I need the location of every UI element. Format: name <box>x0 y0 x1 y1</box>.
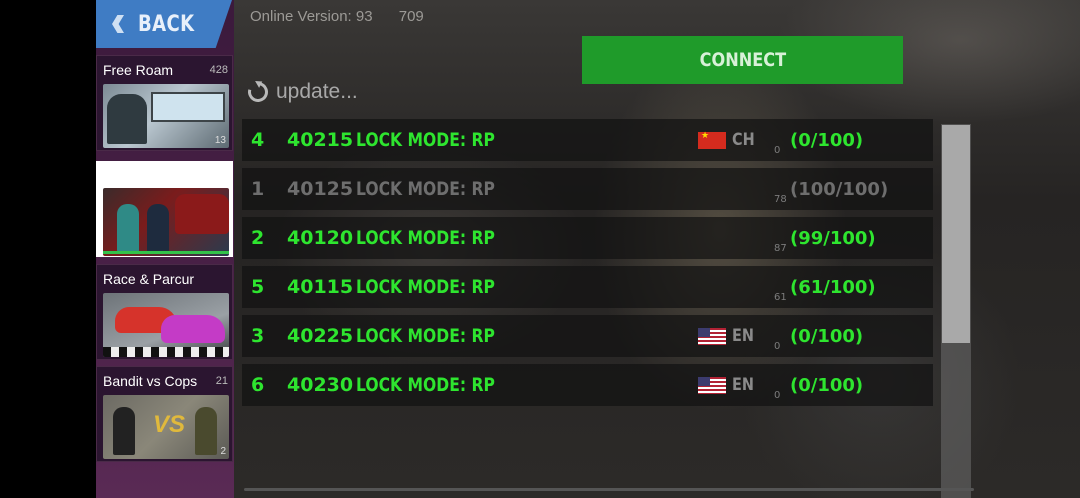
bandit-figure <box>113 407 135 455</box>
mode-title: Bandit vs Cops <box>103 373 198 389</box>
selected-indicator <box>103 251 229 254</box>
server-language: CH <box>732 130 755 150</box>
pink-car <box>161 315 225 343</box>
server-ping: 78 <box>774 193 787 205</box>
server-id: 6 <box>251 374 265 396</box>
server-players: (0/100) <box>790 374 864 396</box>
usa-flag-icon <box>698 376 726 394</box>
server-players: (61/100) <box>790 276 876 298</box>
left-margin <box>0 0 96 498</box>
server-row[interactable]: 2 40120 LOCK MODE: RP 87 (99/100) <box>242 217 933 259</box>
server-mode: LOCK MODE: RP <box>356 276 495 298</box>
mode-card-race-parcur[interactable]: Race & Parcur <box>96 264 233 360</box>
server-row[interactable]: 3 40225 LOCK MODE: RP EN 0 (0/100) <box>242 315 933 357</box>
server-ping: 0 <box>774 144 781 156</box>
update-label: update... <box>276 80 358 103</box>
roleplay-thumbnail <box>103 188 229 256</box>
server-mode: LOCK MODE: RP <box>356 325 495 347</box>
usa-flag-icon <box>698 327 726 345</box>
server-players: (100/100) <box>790 178 889 200</box>
server-ping: 0 <box>774 340 781 352</box>
server-ping: 61 <box>774 291 787 303</box>
server-players: (99/100) <box>790 227 876 249</box>
server-ping: 87 <box>774 242 787 254</box>
server-id: 3 <box>251 325 265 347</box>
mode-title: Free Roam <box>103 62 174 78</box>
connect-label: CONNECT <box>699 49 786 71</box>
mode-card-bandit-vs-cops[interactable]: Bandit vs Cops 21 VS 2 <box>96 366 233 462</box>
chevron-left-icon <box>112 15 124 33</box>
character-figure <box>147 204 169 252</box>
china-flag-icon <box>698 131 726 149</box>
server-language: EN <box>732 326 754 346</box>
back-label: BACK <box>138 11 195 37</box>
server-mode: LOCK MODE: RP <box>356 374 495 396</box>
server-row[interactable]: 6 40230 LOCK MODE: RP EN 0 (0/100) <box>242 364 933 406</box>
refresh-icon <box>244 78 272 106</box>
mode-count: 428 <box>209 64 228 76</box>
server-mode: LOCK MODE: RP <box>356 129 495 151</box>
server-port: 40115 <box>287 276 354 298</box>
mode-card-roleplay[interactable] <box>96 161 233 257</box>
vs-logo: VS <box>153 411 186 438</box>
server-port: 40230 <box>287 374 354 396</box>
flag-cell <box>698 364 726 406</box>
server-id: 1 <box>251 178 265 200</box>
server-row[interactable]: 1 40125 LOCK MODE: RP 78 (100/100) <box>242 168 933 210</box>
server-row[interactable]: 4 40215 LOCK MODE: RP CH 0 (0/100) <box>242 119 933 161</box>
server-id: 2 <box>251 227 265 249</box>
server-players: (0/100) <box>790 129 864 151</box>
online-version-extra: 709 <box>398 8 424 25</box>
character-figure <box>117 204 139 252</box>
update-button[interactable]: update... <box>244 78 358 106</box>
bandit-vs-cops-thumbnail: VS <box>103 395 229 459</box>
server-players: (0/100) <box>790 325 864 347</box>
server-mode: LOCK MODE: RP <box>356 227 495 249</box>
server-port: 40215 <box>287 129 354 151</box>
server-row[interactable]: 5 40115 LOCK MODE: RP 61 (61/100) <box>242 266 933 308</box>
mode-count: 21 <box>215 375 228 387</box>
server-language: EN <box>732 375 754 395</box>
server-port: 40225 <box>287 325 354 347</box>
server-ping: 0 <box>774 389 781 401</box>
online-version: Online Version: 93 709 <box>250 8 446 25</box>
race-thumbnail <box>103 293 229 357</box>
mode-sub-count: 13 <box>214 135 226 146</box>
server-id: 5 <box>251 276 265 298</box>
online-version-label: Online Version: 93 <box>250 8 373 25</box>
flag-cell <box>698 119 726 161</box>
cop-figure <box>195 407 217 455</box>
mode-card-free-roam[interactable]: Free Roam 428 13 <box>96 55 233 151</box>
server-mode: LOCK MODE: RP <box>356 178 495 200</box>
mode-title: Race & Parcur <box>103 271 195 287</box>
mode-sub-count: 2 <box>220 446 226 457</box>
scrollbar-thumb[interactable] <box>942 125 970 343</box>
free-roam-thumbnail <box>103 84 229 148</box>
server-id: 4 <box>251 129 265 151</box>
server-list: 440215LOCK MODE: RPCH0(0/100)140125LOCK … <box>242 119 933 413</box>
flag-cell <box>698 315 726 357</box>
connect-button[interactable]: CONNECT <box>582 36 903 84</box>
server-port: 40120 <box>287 227 354 249</box>
list-bottom-edge <box>244 488 974 491</box>
server-port: 40125 <box>287 178 354 200</box>
checkered-strip <box>103 347 229 357</box>
back-button[interactable]: BACK <box>96 0 232 48</box>
